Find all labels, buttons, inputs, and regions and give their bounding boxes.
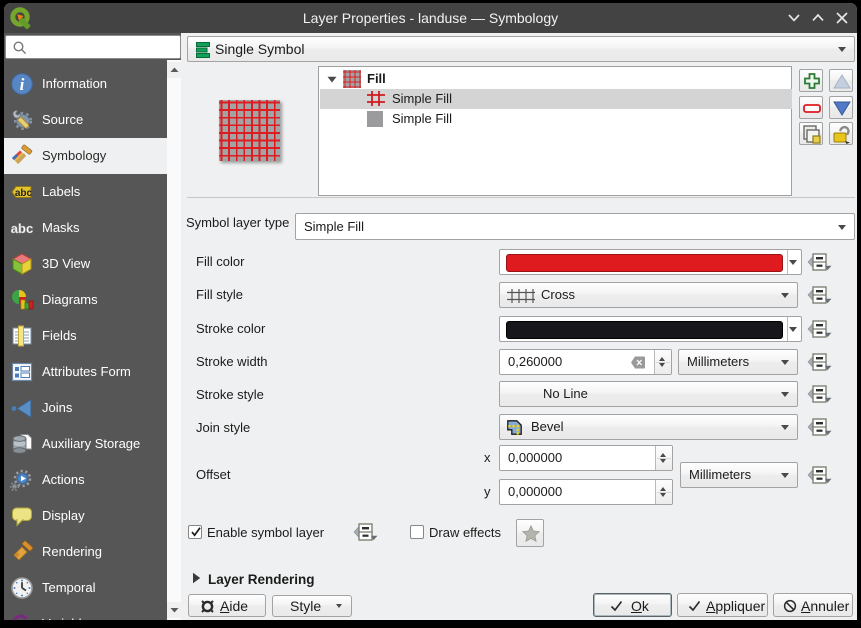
svg-text:i: i (20, 75, 25, 94)
svg-text:abc: abc (15, 188, 33, 199)
svg-text:abc: abc (11, 221, 33, 236)
